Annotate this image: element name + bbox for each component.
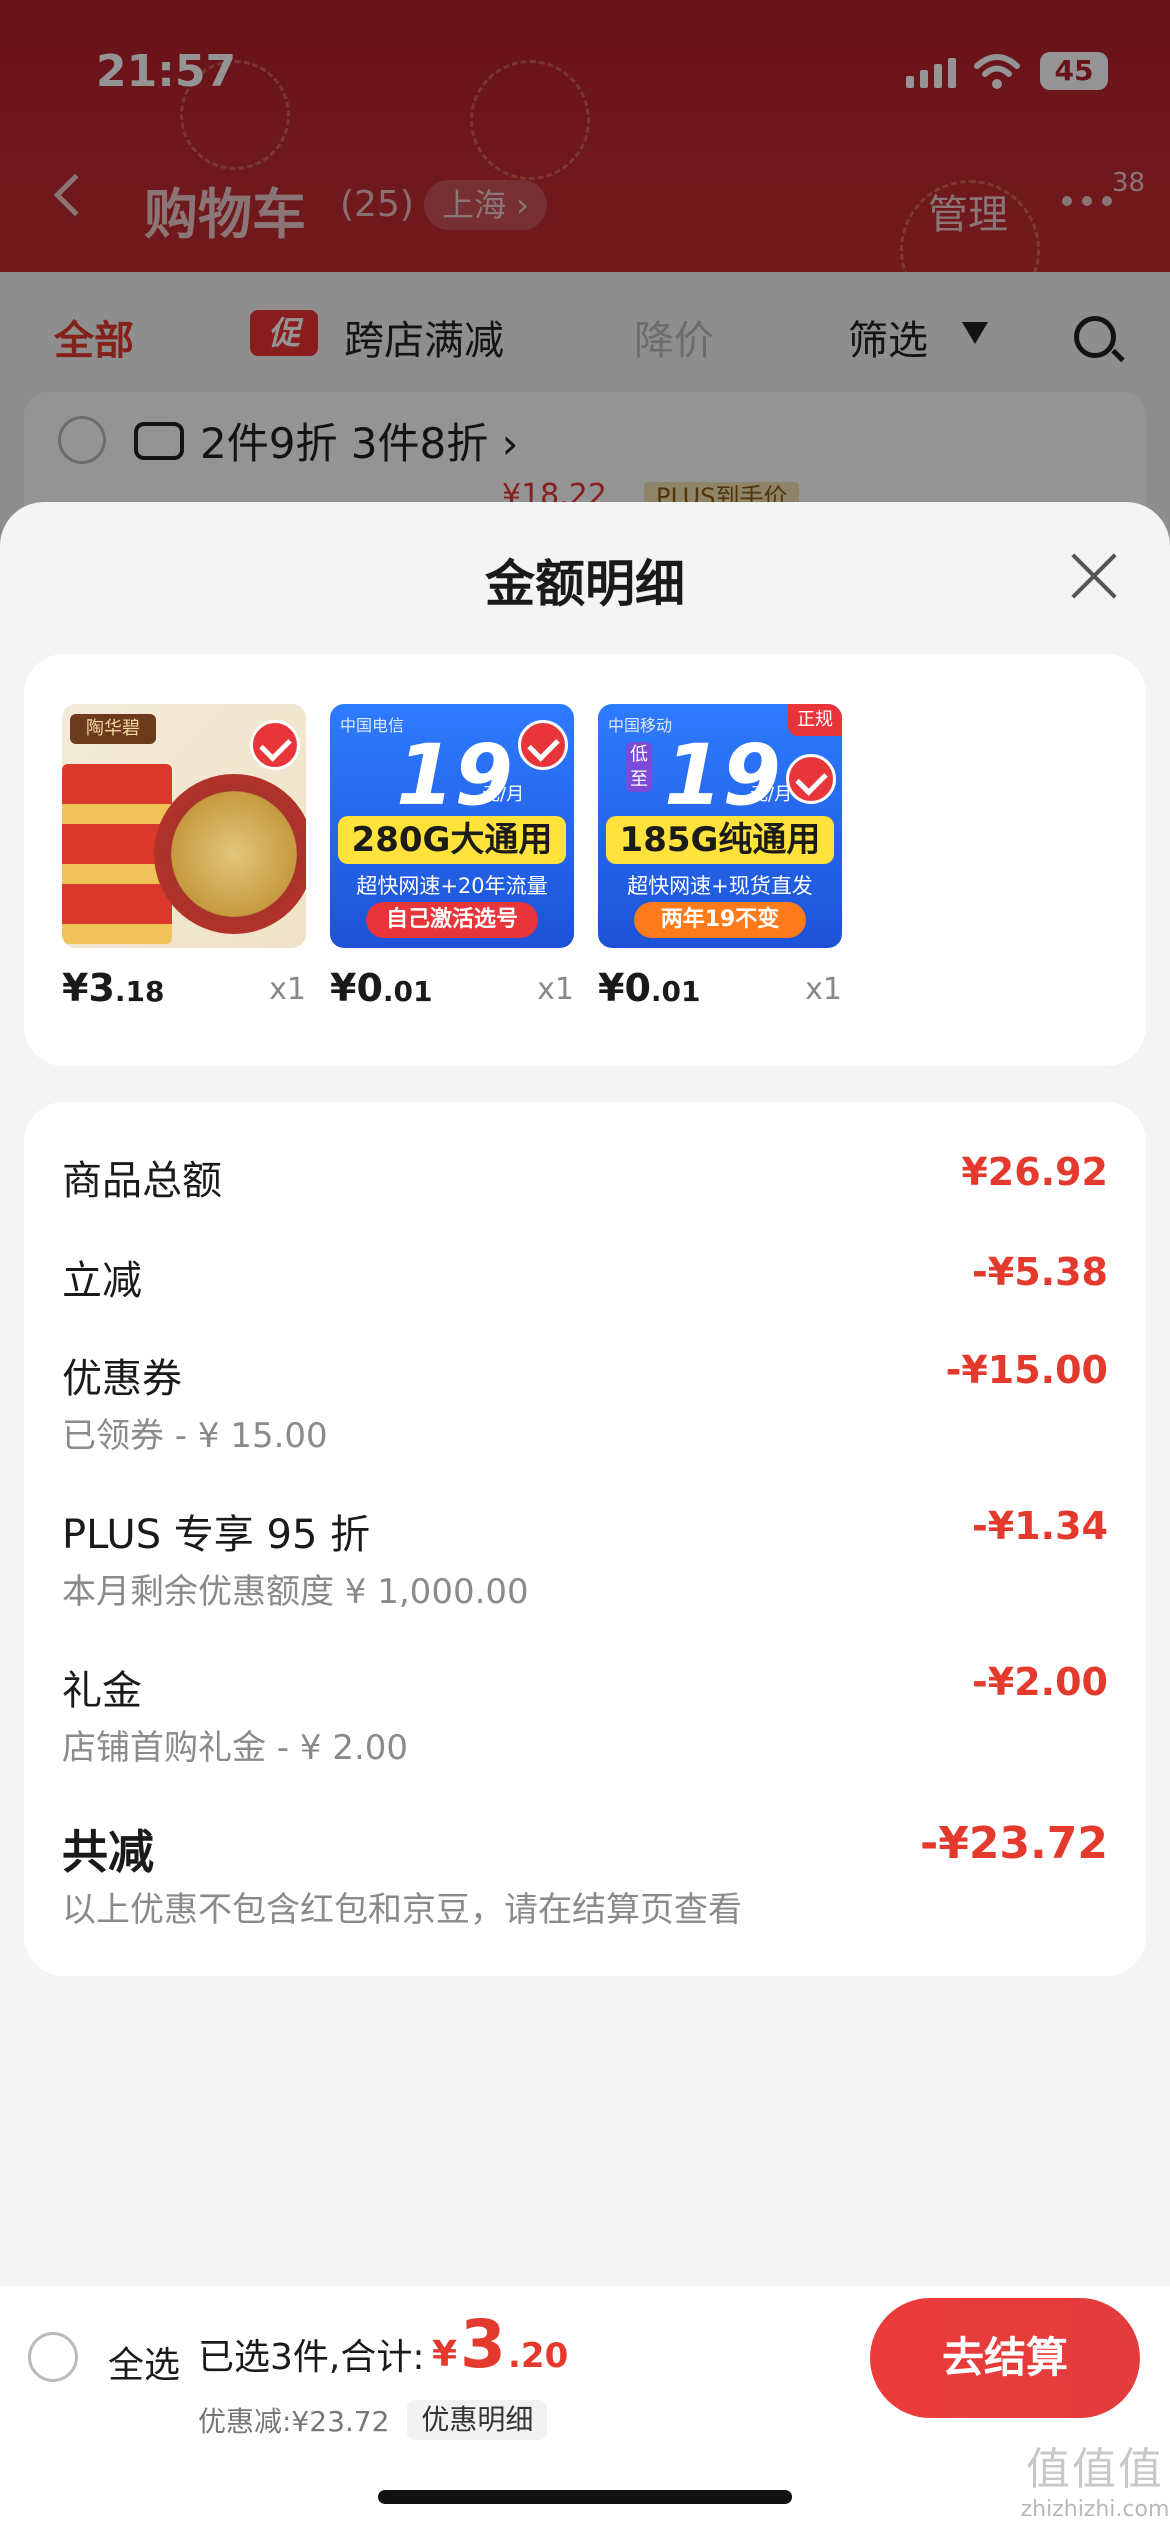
select-all-label[interactable]: 全选 (108, 2336, 180, 2388)
genuine-ribbon: 正规 (788, 704, 842, 736)
coupon-detail: 已领券 - ¥ 15.00 (62, 1416, 328, 1456)
watermark: 值值值 zhizhizhi.com (1020, 2444, 1170, 2522)
total-discount-label: 共减 (62, 1825, 154, 1879)
gift-money-amount: -¥2.00 (972, 1660, 1108, 1704)
plan-price: 19 (664, 726, 781, 824)
product-image: 中国移动 正规 低至 19 元/月 185G纯通用 超快网速+现货直发 两年19… (598, 704, 842, 948)
selected-summary: 已选3件,合计: (198, 2337, 425, 2378)
carrier-logo: 中国移动 (608, 716, 673, 735)
amount-detail-sheet: 金额明细 陶华碧 ¥3.18 x1 中国电信 19 元/月 280G大通用 超快… (0, 502, 1170, 2532)
product-image: 陶华碧 (62, 704, 306, 948)
discount-summary: 优惠减:¥23.72 优惠明细 (198, 2400, 548, 2440)
sheet-title: 金额明细 (485, 555, 685, 613)
plan-data: 280G大通用 (338, 816, 566, 864)
plan-subtitle: 超快网速+20年流量 (356, 874, 548, 898)
products-card: 陶华碧 ¥3.18 x1 中国电信 19 元/月 280G大通用 超快网速+20… (24, 654, 1146, 1066)
checked-icon (518, 720, 568, 770)
product-price: ¥0.01 (330, 966, 433, 1010)
plus-discount-label: PLUS 专享 95 折 (62, 1512, 371, 1558)
total-integer: 3 (460, 2306, 506, 2383)
coupon-label: 优惠券 (62, 1356, 182, 1402)
plan-data: 185G纯通用 (606, 816, 834, 864)
total-discount-amount: -¥23.72 (919, 1818, 1108, 1869)
coupon-amount: -¥15.00 (945, 1348, 1108, 1392)
checkout-bar: 全选 已选3件,合计: ¥ 3 .20 优惠减:¥23.72 优惠明细 去结算 … (0, 2286, 1170, 2532)
carrier-logo: 中国电信 (340, 716, 405, 735)
product-image: 中国电信 19 元/月 280G大通用 超快网速+20年流量 自己激活选号 (330, 704, 574, 948)
plan-price: 19 (396, 726, 513, 824)
product-price: ¥3.18 (62, 966, 165, 1010)
checked-icon (786, 754, 836, 804)
close-icon[interactable] (1068, 550, 1120, 602)
gift-money-detail: 店铺首购礼金 - ¥ 2.00 (62, 1728, 409, 1768)
total-currency: ¥ (432, 2334, 458, 2375)
low-price-tag: 低至 (626, 742, 652, 792)
product-quantity: x1 (269, 972, 306, 1007)
amount-details-card: 商品总额 ¥26.92 立减 -¥5.38 优惠券 -¥15.00 已领券 - … (24, 1102, 1146, 1976)
product-price: ¥0.01 (598, 966, 701, 1010)
plan-subtitle: 超快网速+现货直发 (627, 874, 813, 898)
plus-quota-detail: 本月剩余优惠额度 ¥ 1,000.00 (62, 1572, 529, 1612)
total-decimal: .20 (508, 2336, 569, 2376)
product-quantity: x1 (805, 972, 842, 1007)
plan-unit: 元/月 (482, 784, 525, 805)
plan-pill: 自己激活选号 (366, 902, 538, 938)
home-indicator (378, 2490, 792, 2504)
instant-discount-amount: -¥5.38 (972, 1250, 1108, 1294)
product-quantity: x1 (537, 972, 574, 1007)
noodle-bowl-image (154, 774, 306, 934)
checked-icon (250, 720, 300, 770)
goods-total-amount: ¥26.92 (961, 1150, 1108, 1194)
discount-amount: 优惠减:¥23.72 (198, 2405, 390, 2438)
product-item[interactable]: 陶华碧 ¥3.18 x1 (62, 704, 306, 1010)
gift-money-label: 礼金 (62, 1668, 142, 1714)
plan-pill: 两年19不变 (634, 902, 806, 938)
goods-total-label: 商品总额 (62, 1158, 222, 1204)
plus-discount-amount: -¥1.34 (972, 1504, 1108, 1548)
total-discount-note: 以上优惠不包含红包和京豆，请在结算页查看 (62, 1890, 742, 1930)
product-item[interactable]: 中国移动 正规 低至 19 元/月 185G纯通用 超快网速+现货直发 两年19… (598, 704, 842, 1010)
checkout-button[interactable]: 去结算 (870, 2298, 1140, 2418)
instant-discount-label: 立减 (62, 1258, 142, 1304)
product-item[interactable]: 中国电信 19 元/月 280G大通用 超快网速+20年流量 自己激活选号 ¥0… (330, 704, 574, 1010)
brand-logo: 陶华碧 (70, 714, 156, 744)
discount-detail-button[interactable]: 优惠明细 (407, 2400, 548, 2440)
select-all-checkbox[interactable] (28, 2332, 78, 2382)
